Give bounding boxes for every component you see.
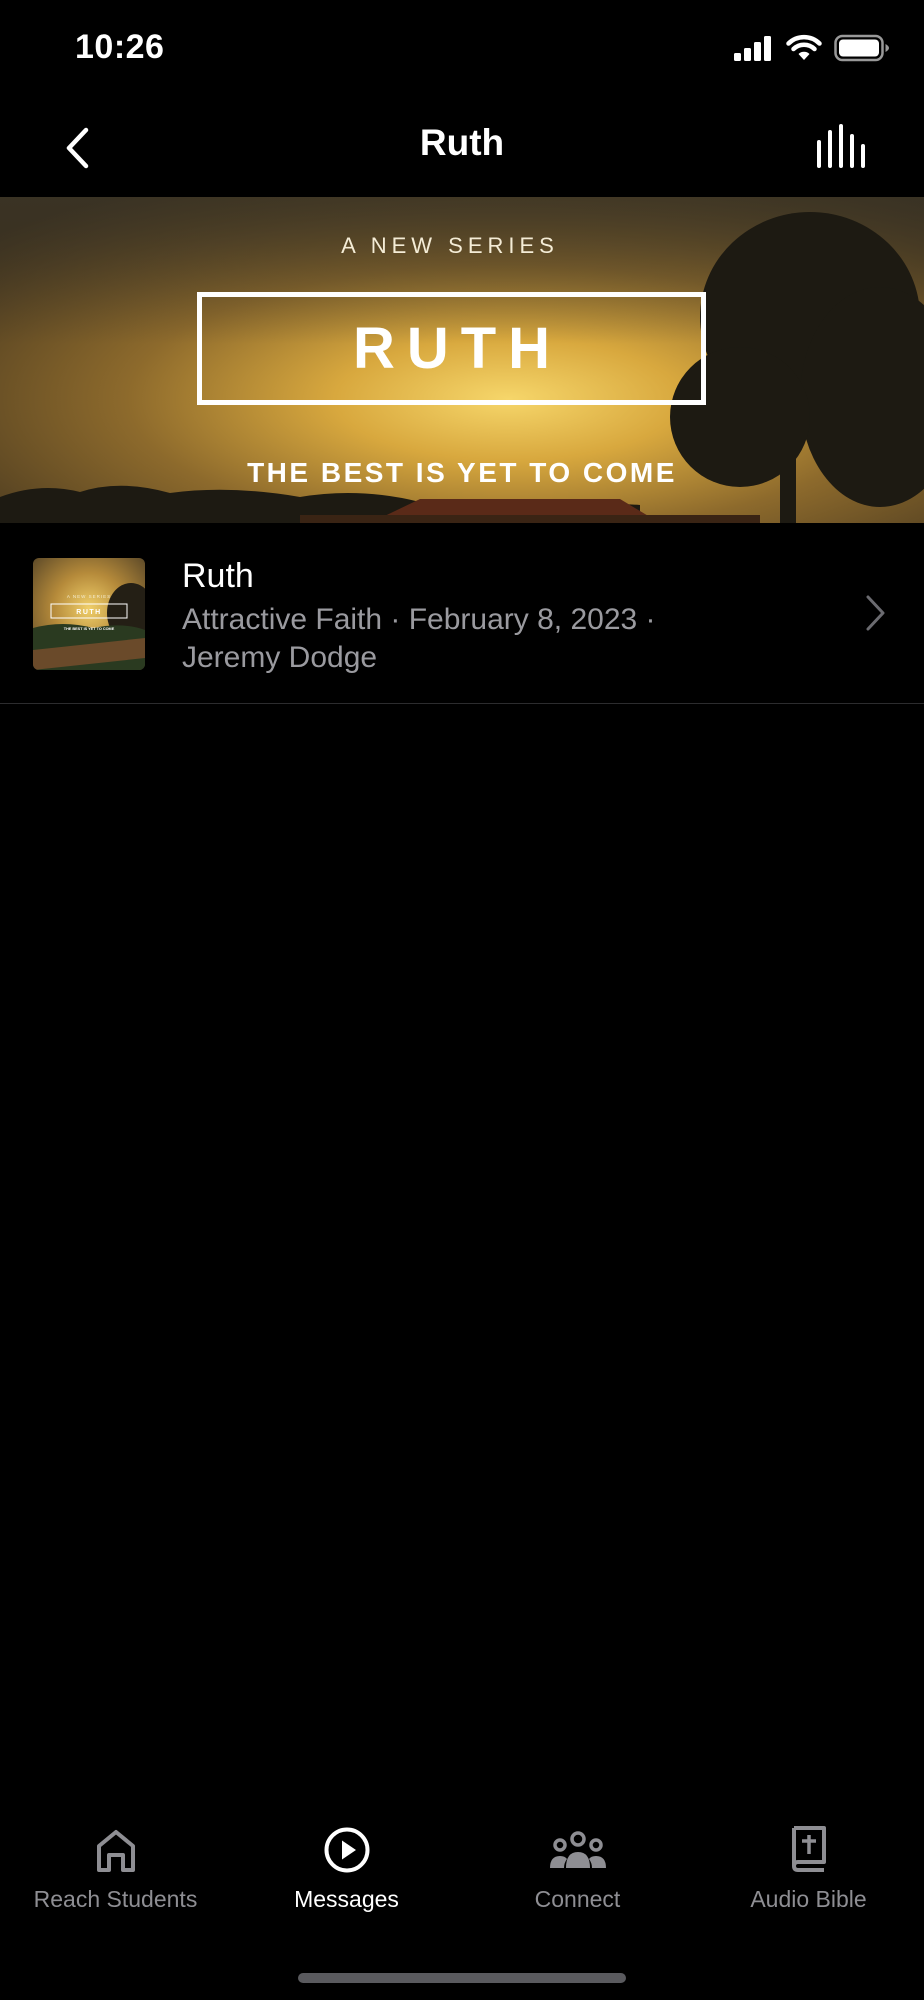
message-list-item[interactable]: A NEW SERIES RUTH THE BEST IS YET TO COM… [0, 523, 924, 704]
message-meta-line2: Jeremy Dodge [182, 641, 378, 674]
signal-icon [734, 36, 771, 61]
status-time: 10:26 [75, 28, 165, 66]
tab-reach-students[interactable]: Reach Students [0, 1820, 231, 1930]
message-thumbnail: A NEW SERIES RUTH THE BEST IS YET TO COM… [33, 558, 145, 670]
banner-title: RUTH [352, 316, 563, 381]
home-icon [96, 1830, 135, 1872]
thumbnail-kicker: A NEW SERIES [67, 594, 111, 599]
bible-icon [791, 1826, 826, 1872]
banner-title-frame: RUTH [197, 292, 706, 405]
message-meta: Attractive Faith · February 8, 2023 · Je… [182, 601, 742, 677]
tab-label: Messages [294, 1886, 399, 1912]
tab-messages[interactable]: Messages [231, 1820, 462, 1930]
thumbnail-tagline: THE BEST IS YET TO COME [64, 627, 115, 631]
tab-connect[interactable]: Connect [462, 1820, 693, 1930]
tab-bar: Reach Students Messages Connect Audio Bi… [0, 1820, 924, 1930]
battery-icon [834, 34, 889, 62]
status-icons [734, 34, 890, 62]
message-meta-line1: Attractive Faith · February 8, 2023 · [182, 603, 656, 636]
tab-label: Audio Bible [750, 1886, 867, 1912]
wifi-icon [786, 34, 822, 60]
people-icon [549, 1831, 606, 1868]
audio-bars-icon [817, 124, 865, 168]
play-circle-icon [324, 1827, 369, 1873]
tab-audio-bible[interactable]: Audio Bible [693, 1820, 924, 1930]
banner-kicker: A NEW SERIES [341, 233, 559, 258]
banner-tagline: THE BEST IS YET TO COME [247, 457, 677, 488]
home-indicator[interactable] [298, 1973, 626, 1983]
message-title: Ruth [182, 557, 254, 595]
thumbnail-title: RUTH [76, 609, 101, 616]
status-bar: 10:26 [0, 0, 924, 100]
audio-button[interactable] [814, 122, 870, 174]
page-title: Ruth [419, 122, 505, 163]
series-banner: A NEW SERIES RUTH THE BEST IS YET TO COM… [0, 197, 924, 523]
nav-bar: Ruth [0, 100, 924, 197]
chevron-right-icon [864, 593, 888, 633]
tab-label: Reach Students [33, 1886, 198, 1912]
tab-label: Connect [534, 1886, 621, 1912]
